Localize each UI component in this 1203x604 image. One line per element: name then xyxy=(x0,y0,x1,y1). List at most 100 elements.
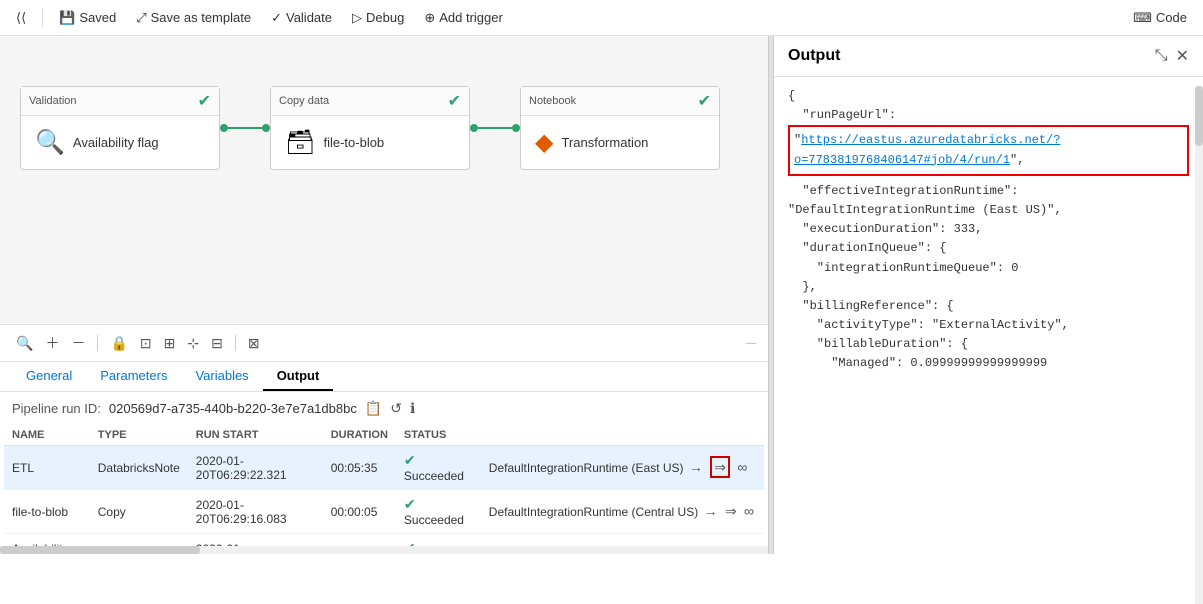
node-type-notebook: Notebook xyxy=(529,95,576,107)
url-highlight-box: "https://eastus.azuredatabricks.net/?o=7… xyxy=(788,125,1189,175)
node-type-copydata: Copy data xyxy=(279,95,329,107)
add-trigger-btn[interactable]: ⊕ Add trigger xyxy=(416,6,511,30)
debug-btn[interactable]: ▷ Debug xyxy=(344,6,412,30)
connector-1 xyxy=(220,124,270,132)
select-btn[interactable]: ⊞ xyxy=(160,333,180,354)
main-container: Validation ✔ 🔍 Availability flag Copy da… xyxy=(0,36,1203,554)
node-validation[interactable]: Validation ✔ 🔍 Availability flag xyxy=(20,86,220,170)
connector-dot-1 xyxy=(220,124,228,132)
row-duration: 00:00:05 xyxy=(323,490,396,534)
node-header-notebook: Notebook ✔ xyxy=(521,87,719,116)
json-activity-type: "activityType": "ExternalActivity", xyxy=(788,318,1069,332)
col-duration: DURATION xyxy=(323,425,396,446)
connector-line-1 xyxy=(228,127,262,129)
node-icon-notebook: ◆ xyxy=(535,128,553,157)
tab-output[interactable]: Output xyxy=(263,362,334,391)
bottom-scrollbar[interactable] xyxy=(0,546,768,554)
json-eff-rt: "effectiveIntegrationRuntime": "DefaultI… xyxy=(788,184,1062,217)
run-id-value: 020569d7-a735-440b-b220-3e7e7a1db8bc xyxy=(109,401,357,416)
zoom-plus-btn[interactable]: ＋ xyxy=(41,331,63,355)
row-status: ✔ Succeeded xyxy=(396,446,481,490)
node-type-validation: Validation xyxy=(29,95,77,107)
validate-btn[interactable]: ✓ Validate xyxy=(263,6,340,30)
output-header: Output ⤡ ✕ xyxy=(774,36,1203,77)
table-header-row: NAME TYPE RUN START DURATION STATUS xyxy=(4,425,764,446)
zoom-search-btn[interactable]: 🔍 xyxy=(12,333,37,354)
connector-line-2 xyxy=(478,127,512,129)
save-template-icon: ⤢ xyxy=(136,10,146,26)
run-info: Pipeline run ID: 020569d7-a735-440b-b220… xyxy=(0,392,768,425)
canvas-area[interactable]: Validation ✔ 🔍 Availability flag Copy da… xyxy=(0,36,769,554)
close-btn[interactable]: ✕ xyxy=(1176,46,1189,66)
connector-dot-2 xyxy=(470,124,478,132)
node-body-copydata: 🗃 file-to-blob xyxy=(271,116,469,169)
output-header-actions: ⤡ ✕ xyxy=(1155,46,1189,66)
tab-parameters-label: Parameters xyxy=(100,368,167,383)
json-key-runpageurl: "runPageUrl": xyxy=(802,108,896,122)
node-copydata[interactable]: Copy data ✔ 🗃 file-to-blob xyxy=(270,86,470,170)
node-label-validation: Availability flag xyxy=(73,135,159,150)
node-body-notebook: ◆ Transformation xyxy=(521,116,719,169)
save-template-btn[interactable]: ⤢ Save as template xyxy=(128,6,259,30)
tab-variables[interactable]: Variables xyxy=(181,362,262,391)
save-template-label: Save as template xyxy=(151,10,251,25)
copy-run-id-icon[interactable]: 📋 xyxy=(365,400,382,417)
node-header-validation: Validation ✔ xyxy=(21,87,219,116)
run-table: NAME TYPE RUN START DURATION STATUS ETL xyxy=(4,425,764,554)
table-row[interactable]: ETL DatabricksNote 2020-01-20T06:29:22.3… xyxy=(4,446,764,490)
zoom-sep-1 xyxy=(97,335,98,351)
output-title: Output xyxy=(788,47,840,65)
move-btn[interactable]: ⊠ xyxy=(244,333,264,354)
output-icon[interactable]: ⇒ xyxy=(725,503,737,519)
debug-icon: ▷ xyxy=(352,10,362,26)
node-icon-validation: 🔍 xyxy=(35,128,65,157)
zoom-minus-btn[interactable]: － xyxy=(67,331,89,355)
resize-bar: — xyxy=(746,338,756,349)
link-icon[interactable]: ∞ xyxy=(737,459,747,475)
row-actions: DefaultIntegrationRuntime (Central US) →… xyxy=(481,490,764,534)
main-toolbar: ⟨⟨ 💾 Saved ⤢ Save as template ✓ Validate… xyxy=(0,0,1203,36)
code-btn[interactable]: ⌨ Code xyxy=(1125,6,1195,30)
col-run-start: RUN START xyxy=(188,425,323,446)
row-integration-runtime: DefaultIntegrationRuntime (Central US) xyxy=(489,505,698,519)
validate-icon: ✓ xyxy=(271,10,282,26)
node-notebook[interactable]: Notebook ✔ ◆ Transformation xyxy=(520,86,720,170)
run-page-url-link[interactable]: https://eastus.azuredatabricks.net/?o=77… xyxy=(794,133,1060,166)
zoom-sep-2 xyxy=(235,335,236,351)
grid-btn[interactable]: ⊡ xyxy=(136,333,156,354)
node-label-notebook: Transformation xyxy=(561,135,648,150)
pointer-btn[interactable]: ⊹ xyxy=(183,333,203,354)
row-name: ETL xyxy=(4,446,90,490)
scrollbar-thumb[interactable] xyxy=(0,546,200,554)
tab-general[interactable]: General xyxy=(12,362,86,391)
tab-output-label: Output xyxy=(277,368,320,383)
node-header-copydata: Copy data ✔ xyxy=(271,87,469,116)
expand-btn[interactable]: ⤡ xyxy=(1155,46,1168,66)
input-icon[interactable]: → xyxy=(704,503,718,519)
tab-parameters[interactable]: Parameters xyxy=(86,362,181,391)
json-managed: "Managed": 0.09999999999999999 xyxy=(788,356,1047,370)
row-duration: 00:05:35 xyxy=(323,446,396,490)
layout-btn[interactable]: ⊟ xyxy=(207,333,227,354)
code-label: Code xyxy=(1156,10,1187,25)
refresh-icon[interactable]: ↺ xyxy=(390,400,402,417)
link-icon[interactable]: ∞ xyxy=(744,503,754,519)
lock-btn[interactable]: 🔒 xyxy=(106,333,131,354)
info-icon[interactable]: ℹ xyxy=(410,400,415,417)
bottom-panel: 🔍 ＋ － 🔒 ⊡ ⊞ ⊹ ⊟ ⊠ — General Pa xyxy=(0,324,768,554)
connector-dot-1b xyxy=(262,124,270,132)
collapse-btn[interactable]: ⟨⟨ xyxy=(8,6,34,30)
scrollbar-thumb[interactable] xyxy=(1195,86,1203,146)
output-scrollbar[interactable] xyxy=(1195,86,1203,604)
run-id-label: Pipeline run ID: xyxy=(12,401,101,416)
zoom-controls: 🔍 ＋ － 🔒 ⊡ ⊞ ⊹ ⊟ ⊠ — xyxy=(0,325,768,362)
tab-general-label: General xyxy=(26,368,72,383)
saved-btn[interactable]: 💾 Saved xyxy=(51,6,124,30)
connector-2 xyxy=(470,124,520,132)
table-row[interactable]: file-to-blob Copy 2020-01-20T06:29:16.08… xyxy=(4,490,764,534)
pipeline-nodes: Validation ✔ 🔍 Availability flag Copy da… xyxy=(20,86,720,170)
run-table-wrapper: NAME TYPE RUN START DURATION STATUS ETL xyxy=(0,425,768,554)
output-icon[interactable]: ⇒ xyxy=(710,456,730,478)
input-icon[interactable]: → xyxy=(689,459,703,475)
json-duration-queue: "durationInQueue": { xyxy=(788,241,946,255)
